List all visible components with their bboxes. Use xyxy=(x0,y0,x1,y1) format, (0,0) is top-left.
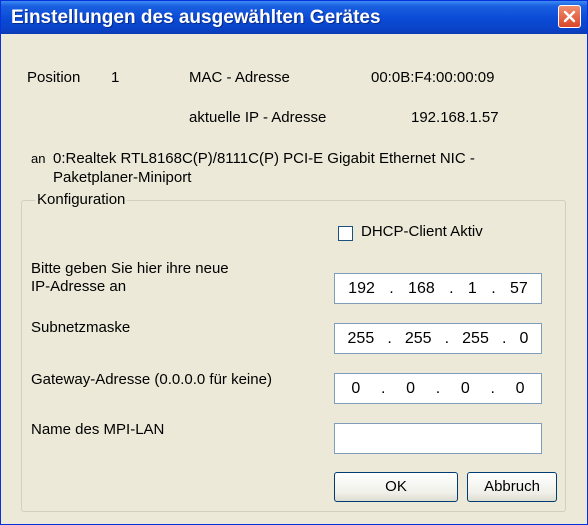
window-title: Einstellungen des ausgewählten Gerätes xyxy=(11,7,381,28)
mac-value: 00:0B:F4:00:00:09 xyxy=(371,69,495,86)
dhcp-label[interactable]: DHCP-Client Aktiv xyxy=(361,223,483,240)
dialog-window: Einstellungen des ausgewählten Gerätes P… xyxy=(0,0,588,525)
ip-dot: . xyxy=(449,279,454,297)
subnet-octet-4[interactable]: 0 xyxy=(519,330,528,348)
ip-dot: . xyxy=(501,329,507,347)
ip-octet-4[interactable]: 57 xyxy=(510,280,528,298)
ip-octet-3[interactable]: 1 xyxy=(468,280,477,298)
adapter-name-line1: 0:Realtek RTL8168C(P)/8111C(P) PCI-E Gig… xyxy=(53,150,475,167)
subnet-octet-3[interactable]: 255 xyxy=(462,330,489,348)
close-button[interactable] xyxy=(558,5,581,28)
subnet-octet-2[interactable]: 255 xyxy=(405,330,432,348)
ip-octet-2[interactable]: 168 xyxy=(408,280,435,298)
ip-dot: . xyxy=(435,379,441,397)
current-ip-value: 192.168.1.57 xyxy=(411,109,499,126)
adapter-name-line2: Paketplaner-Miniport xyxy=(53,169,192,186)
subnet-label: Subnetzmaske xyxy=(31,319,131,336)
mpi-lan-input[interactable] xyxy=(334,423,542,454)
mac-label: MAC - Adresse xyxy=(189,69,290,86)
gateway-label: Gateway-Adresse (0.0.0.0 für keine) xyxy=(31,371,272,388)
gateway-input[interactable]: 0. 0. 0. 0 xyxy=(334,373,542,404)
cancel-button[interactable]: Abbruch xyxy=(467,472,557,502)
gateway-octet-3[interactable]: 0 xyxy=(461,380,470,398)
gateway-octet-2[interactable]: 0 xyxy=(406,380,415,398)
ip-dot: . xyxy=(490,379,495,397)
subnet-input[interactable]: 255. 255. 255. 0 xyxy=(334,323,542,354)
mpi-lan-label: Name des MPI-LAN xyxy=(31,421,165,438)
ip-dot: . xyxy=(380,379,386,397)
ip-dot: . xyxy=(387,329,392,347)
new-ip-label-line2: IP-Adresse an xyxy=(31,278,127,295)
current-ip-label: aktuelle IP - Adresse xyxy=(189,109,327,126)
ip-dot: . xyxy=(389,279,394,297)
gateway-octet-1[interactable]: 0 xyxy=(351,380,360,398)
ip-octet-1[interactable]: 192 xyxy=(348,280,375,298)
subnet-octet-1[interactable]: 255 xyxy=(348,330,375,348)
configuration-group xyxy=(21,200,566,512)
position-label: Position xyxy=(27,69,81,86)
gateway-octet-4[interactable]: 0 xyxy=(516,380,525,398)
new-ip-label-line1: Bitte geben Sie hier ihre neue xyxy=(31,260,229,277)
ok-button[interactable]: OK xyxy=(334,472,458,502)
dhcp-checkbox[interactable] xyxy=(338,226,353,241)
close-icon xyxy=(563,10,576,23)
title-bar[interactable]: Einstellungen des ausgewählten Gerätes xyxy=(1,1,587,34)
new-ip-input[interactable]: 192. 168. 1. 57 xyxy=(334,273,542,304)
adapter-prefix: an xyxy=(31,151,46,166)
ip-dot: . xyxy=(444,329,450,347)
ip-dot: . xyxy=(491,279,496,297)
position-value: 1 xyxy=(111,69,120,86)
configuration-group-label: Konfiguration xyxy=(35,191,128,208)
